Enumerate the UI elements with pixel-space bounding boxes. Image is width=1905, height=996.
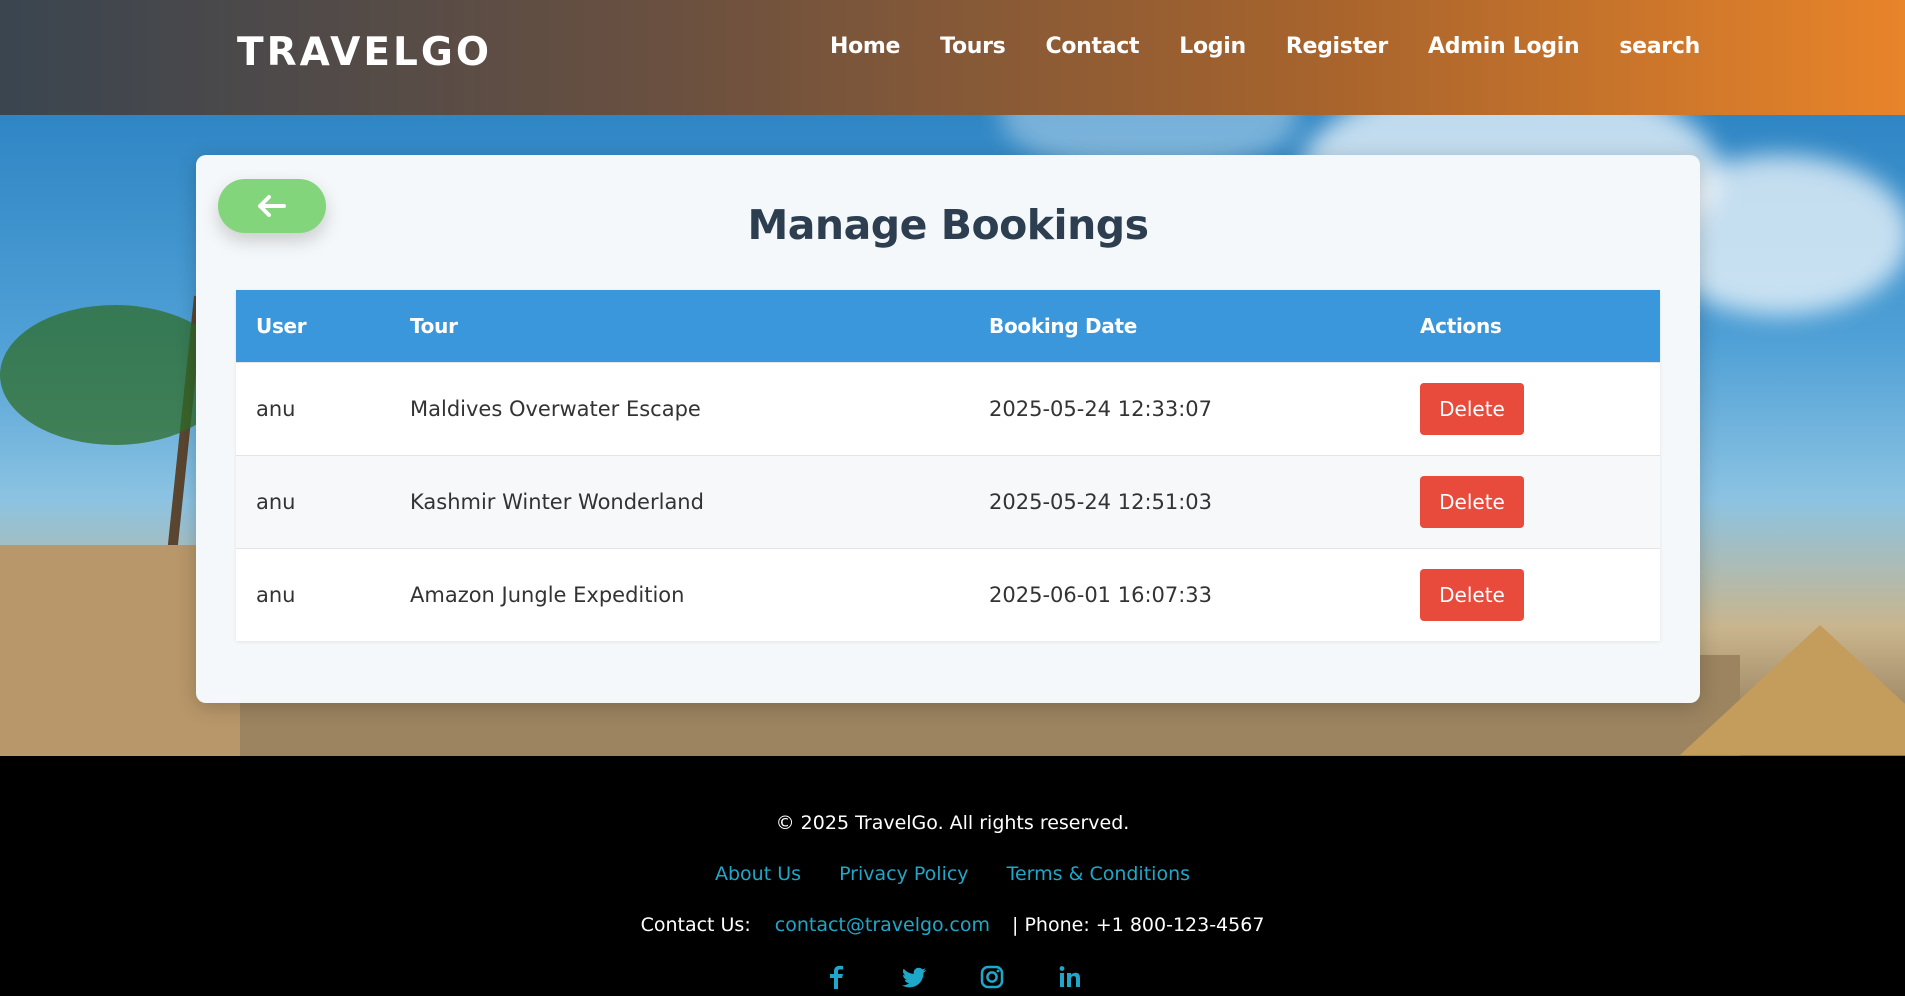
cell-user: anu	[236, 547, 390, 641]
cell-tour: Amazon Jungle Expedition	[390, 547, 969, 641]
cell-user: anu	[236, 454, 390, 548]
column-header-booking-date: Booking Date	[969, 290, 1400, 362]
cell-actions: Delete	[1400, 547, 1660, 641]
cell-booking-date: 2025-06-01 16:07:33	[969, 547, 1400, 641]
cell-tour: Maldives Overwater Escape	[390, 361, 969, 455]
page-title: Manage Bookings	[747, 201, 1149, 249]
footer-contact: Contact Us: contact@travelgo.com | Phone…	[0, 914, 1905, 936]
table-header-row: User Tour Booking Date Actions	[236, 290, 1660, 362]
column-header-tour: Tour	[390, 290, 969, 362]
nav-tours[interactable]: Tours	[940, 34, 1006, 59]
instagram-icon[interactable]	[977, 962, 1007, 992]
social-links	[0, 962, 1905, 992]
pyramid-decoration	[1680, 625, 1905, 755]
column-header-user: User	[236, 290, 390, 362]
nav-search[interactable]: search	[1619, 34, 1700, 59]
delete-button[interactable]: Delete	[1420, 568, 1524, 621]
footer-links: About Us Privacy Policy Terms & Conditio…	[0, 863, 1905, 885]
table-row: anu Maldives Overwater Escape 2025-05-24…	[236, 361, 1660, 455]
footer-link-privacy[interactable]: Privacy Policy	[839, 863, 968, 885]
bookings-table: User Tour Booking Date Actions anu Maldi…	[236, 290, 1660, 641]
contact-phone: | Phone: +1 800-123-4567	[1012, 914, 1265, 936]
site-header: TRAVELGO Home Tours Contact Login Regist…	[0, 0, 1905, 115]
site-footer: © 2025 TravelGo. All rights reserved. Ab…	[0, 756, 1905, 996]
facebook-icon[interactable]	[821, 962, 851, 992]
cell-booking-date: 2025-05-24 12:33:07	[969, 361, 1400, 455]
cell-actions: Delete	[1400, 361, 1660, 455]
footer-link-terms[interactable]: Terms & Conditions	[1007, 863, 1190, 885]
main-nav: Home Tours Contact Login Register Admin …	[830, 34, 1740, 59]
bookings-card: Manage Bookings User Tour Booking Date A…	[196, 155, 1700, 703]
contact-label: Contact Us:	[640, 914, 751, 936]
table-row: anu Kashmir Winter Wonderland 2025-05-24…	[236, 454, 1660, 548]
linkedin-icon[interactable]	[1055, 962, 1085, 992]
cell-actions: Delete	[1400, 454, 1660, 548]
cell-tour: Kashmir Winter Wonderland	[390, 454, 969, 548]
delete-button[interactable]: Delete	[1420, 475, 1524, 528]
nav-register[interactable]: Register	[1286, 34, 1388, 59]
nav-home[interactable]: Home	[830, 34, 900, 59]
table-row: anu Amazon Jungle Expedition 2025-06-01 …	[236, 547, 1660, 641]
delete-button[interactable]: Delete	[1420, 382, 1524, 435]
nav-contact[interactable]: Contact	[1045, 34, 1139, 59]
footer-link-about[interactable]: About Us	[715, 863, 801, 885]
cell-booking-date: 2025-05-24 12:51:03	[969, 454, 1400, 548]
hero-background: Manage Bookings User Tour Booking Date A…	[0, 115, 1905, 756]
contact-email-link[interactable]: contact@travelgo.com	[775, 914, 990, 936]
nav-admin-login[interactable]: Admin Login	[1428, 34, 1580, 59]
cell-user: anu	[236, 361, 390, 455]
copyright-text: © 2025 TravelGo. All rights reserved.	[775, 812, 1130, 834]
twitter-icon[interactable]	[899, 962, 929, 992]
column-header-actions: Actions	[1400, 290, 1660, 362]
site-logo[interactable]: TRAVELGO	[237, 30, 492, 75]
nav-login[interactable]: Login	[1179, 34, 1246, 59]
